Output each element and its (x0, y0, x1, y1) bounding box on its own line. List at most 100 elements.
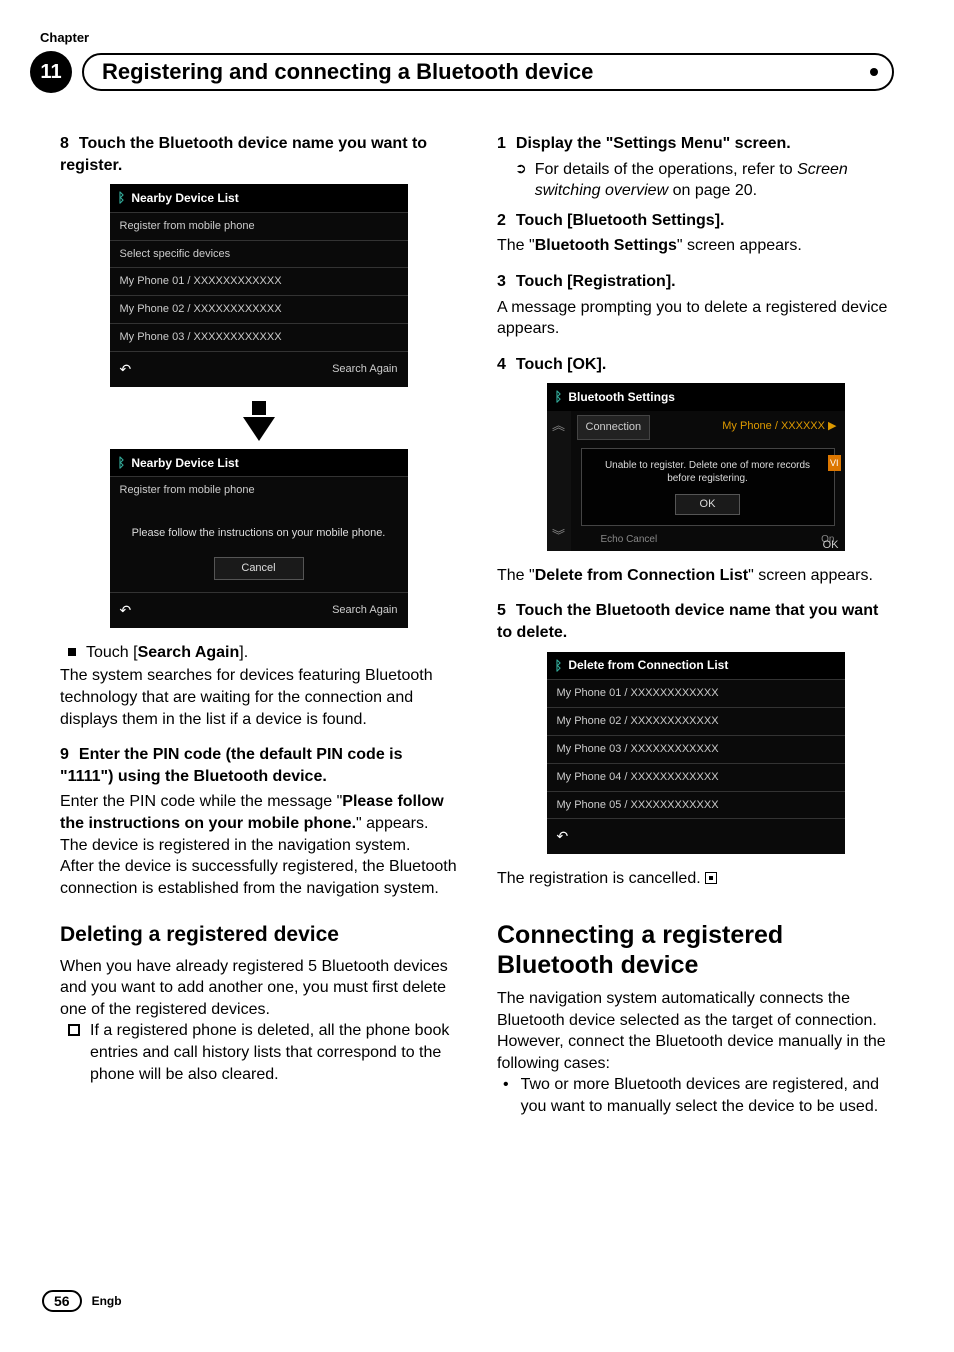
scroll-up-icon[interactable]: ︽ (552, 417, 565, 435)
step-3: 3 Touch [Registration]. (497, 271, 894, 293)
note-box-icon (68, 1024, 80, 1036)
screenshot-title: Delete from Connection List (568, 657, 728, 673)
step-number: 5 (497, 602, 506, 619)
scroll-sidebar: ︽ ︾ (547, 411, 571, 551)
ok-button[interactable]: OK (675, 494, 741, 515)
note-text: If a registered phone is deleted, all th… (90, 1020, 457, 1085)
list-item[interactable]: Register from mobile phone (110, 476, 408, 504)
screenshot-header: ᛒ Bluetooth Settings (547, 383, 845, 411)
paragraph: The system searches for devices featurin… (60, 665, 457, 730)
bluetooth-icon: ᛒ (118, 189, 126, 207)
screenshot-title: Nearby Device List (131, 455, 238, 471)
step-4: 4 Touch [OK]. (497, 354, 894, 376)
step-text: Touch [Bluetooth Settings]. (516, 212, 725, 229)
step-text: Touch the Bluetooth device name that you… (497, 602, 878, 641)
paragraph: The device is registered in the navigati… (60, 835, 457, 857)
connected-device-label: My Phone / XXXXXX ▶ (720, 415, 838, 438)
paragraph: After the device is successfully registe… (60, 856, 457, 899)
step-number: 2 (497, 212, 506, 229)
paragraph: The "Bluetooth Settings" screen appears. (497, 235, 894, 257)
list-item[interactable]: My Phone 01 / XXXXXXXXXXXX (547, 679, 845, 707)
step-number: 4 (497, 356, 506, 373)
chapter-label: Chapter (40, 30, 894, 45)
list-item[interactable]: Register from mobile phone (110, 212, 408, 240)
list-item[interactable]: My Phone 04 / XXXXXXXXXXXX (547, 763, 845, 791)
back-icon[interactable]: ↶ (120, 601, 132, 620)
list-item[interactable]: My Phone 03 / XXXXXXXXXXXX (547, 735, 845, 763)
reference-text: For details of the operations, refer to … (535, 159, 894, 202)
paragraph: The "Delete from Connection List" screen… (497, 565, 894, 587)
bullet-item: • Two or more Bluetooth devices are regi… (503, 1074, 894, 1117)
step-2: 2 Touch [Bluetooth Settings]. (497, 210, 894, 232)
step-8: 8Touch the Bluetooth device name you wan… (60, 133, 457, 176)
page-footer: 56 Engb (42, 1290, 122, 1312)
scroll-down-icon[interactable]: ︾ (552, 527, 565, 545)
echo-cancel-label: Echo Cancel (601, 533, 658, 547)
arrow-down-icon (60, 401, 457, 441)
paragraph: The navigation system automatically conn… (497, 988, 894, 1074)
step-number: 1 (497, 135, 506, 152)
back-icon[interactable]: ↶ (557, 827, 569, 846)
step-text: Touch [Registration]. (516, 273, 676, 290)
search-again-button[interactable]: Search Again (332, 362, 397, 377)
square-bullet-icon (68, 648, 76, 656)
search-again-button[interactable]: Search Again (332, 603, 397, 618)
heading-connecting: Connecting a registered Bluetooth device (497, 920, 894, 980)
bluetooth-icon: ᛒ (118, 454, 126, 472)
footer-ok-button[interactable]: OK (823, 538, 839, 553)
step-text: Touch the Bluetooth device name you want… (60, 135, 427, 174)
note-item: If a registered phone is deleted, all th… (68, 1020, 457, 1085)
error-dialog: Unable to register. Delete one of more r… (581, 448, 835, 526)
step-number: 8 (60, 135, 69, 152)
reference-arrow-icon: ➲ (515, 159, 527, 178)
screenshot-header: ᛒ Nearby Device List (110, 449, 408, 477)
bluetooth-icon: ᛒ (555, 657, 563, 675)
chapter-header: 11 Registering and connecting a Bluetoot… (60, 51, 894, 93)
step-1: 1 Display the "Settings Menu" screen. (497, 133, 894, 155)
list-item[interactable]: Select specific devices (110, 240, 408, 268)
bullet-dot-icon: • (503, 1074, 509, 1096)
back-icon[interactable]: ↶ (120, 360, 132, 379)
cancel-button[interactable]: Cancel (214, 557, 304, 580)
step-number: 3 (497, 273, 506, 290)
dialog-message: Please follow the instructions on your m… (110, 504, 408, 551)
screenshot-nearby-dialog: ᛒ Nearby Device List Register from mobile… (110, 449, 408, 628)
screenshot-title: Bluetooth Settings (568, 389, 675, 405)
list-item[interactable]: My Phone 03 / XXXXXXXXXXXX (110, 323, 408, 351)
step-5: 5Touch the Bluetooth device name that yo… (497, 600, 894, 643)
screenshot-bluetooth-settings: ᛒ Bluetooth Settings ︽ ︾ Connection My Ph… (547, 383, 845, 551)
screenshot-delete-list: ᛒ Delete from Connection List My Phone 01… (547, 652, 845, 855)
end-mark-icon (705, 872, 717, 884)
paragraph: A message prompting you to delete a regi… (497, 297, 894, 340)
list-item[interactable]: My Phone 05 / XXXXXXXXXXXX (547, 791, 845, 819)
dialog-message: Unable to register. Delete one of more r… (592, 459, 824, 486)
step-text: Enter the PIN code (the default PIN code… (60, 746, 403, 785)
bluetooth-icon: ᛒ (555, 388, 563, 406)
left-column: 8Touch the Bluetooth device name you wan… (60, 133, 457, 1117)
page-number: 56 (42, 1290, 82, 1312)
screenshot-title: Nearby Device List (131, 190, 238, 206)
screenshot-nearby-list: ᛒ Nearby Device List Register from mobile… (110, 184, 408, 387)
heading-deleting: Deleting a registered device (60, 921, 457, 949)
right-column: 1 Display the "Settings Menu" screen. ➲ F… (497, 133, 894, 1117)
connection-button[interactable]: Connection (577, 415, 651, 440)
paragraph: The registration is cancelled. (497, 868, 894, 890)
screenshot-header: ᛒ Delete from Connection List (547, 652, 845, 680)
paragraph: Enter the PIN code while the message "Pl… (60, 791, 457, 834)
list-item[interactable]: My Phone 01 / XXXXXXXXXXXX (110, 267, 408, 295)
step-number: 9 (60, 746, 69, 763)
screenshot-header: ᛒ Nearby Device List (110, 184, 408, 212)
bullet-text: Two or more Bluetooth devices are regist… (521, 1074, 894, 1117)
list-item[interactable]: My Phone 02 / XXXXXXXXXXXX (110, 295, 408, 323)
sub-bullet: Touch [Search Again]. (68, 642, 457, 664)
bullet-text: Touch [Search Again]. (86, 642, 248, 664)
step-text: Display the "Settings Menu" screen. (516, 135, 791, 152)
language-code: Engb (92, 1294, 122, 1308)
step-9: 9Enter the PIN code (the default PIN cod… (60, 744, 457, 787)
chapter-title: Registering and connecting a Bluetooth d… (82, 53, 894, 91)
step-text: Touch [OK]. (516, 356, 606, 373)
vi-badge: VI (828, 455, 841, 471)
paragraph: When you have already registered 5 Bluet… (60, 956, 457, 1021)
reference-note: ➲ For details of the operations, refer t… (515, 159, 894, 202)
list-item[interactable]: My Phone 02 / XXXXXXXXXXXX (547, 707, 845, 735)
